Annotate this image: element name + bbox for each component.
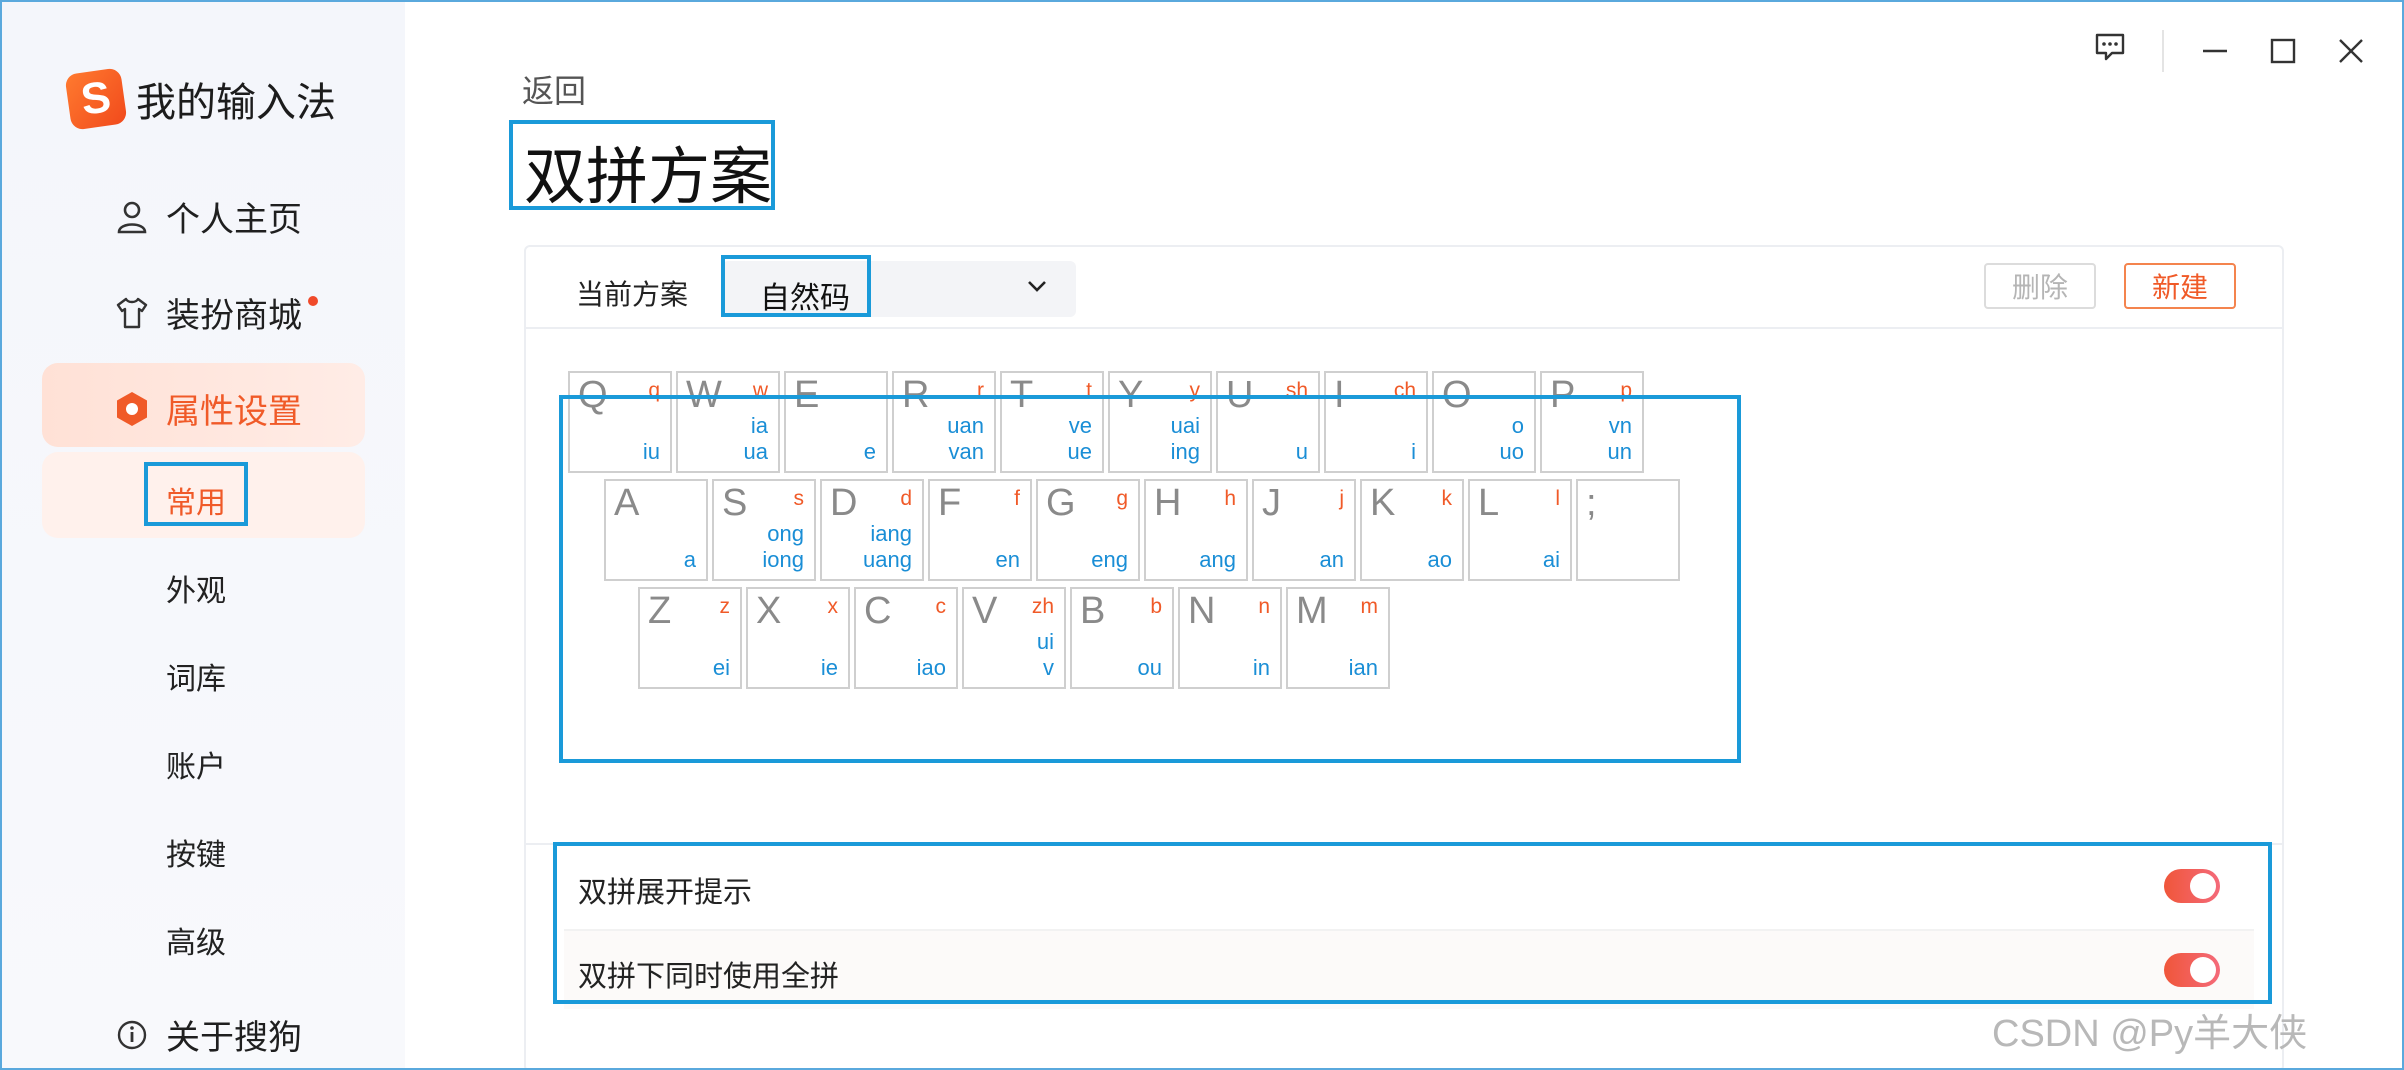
highlight-box [144,462,248,526]
minimize-icon[interactable] [2202,38,2228,72]
current-scheme-label: 当前方案 [576,279,689,310]
subnav-item-appearance[interactable]: 外观 [166,566,226,610]
settings-window: S 我的输入法 个人主页 装扮商城 属性设置 常用 外观 词库 账户 按键 高级… [0,0,2404,1070]
sidebar-item-label: 装扮商城 [166,297,302,335]
subnav-item-keys[interactable]: 按键 [166,830,226,874]
sidebar-item-settings[interactable]: 属性设置 [114,384,302,433]
user-icon [114,199,150,235]
sidebar: S 我的输入法 个人主页 装扮商城 属性设置 常用 外观 词库 账户 按键 高级… [2,2,405,1068]
hexagon-settings-icon [114,391,150,427]
maximize-icon[interactable] [2270,38,2296,72]
highlight-box [553,842,2272,1004]
sidebar-item-skin-store[interactable]: 装扮商城 [114,288,318,337]
notification-dot [308,295,318,306]
sogou-logo-icon: S [64,67,128,131]
sidebar-item-label: 个人主页 [166,201,302,239]
sidebar-item-home[interactable]: 个人主页 [114,192,302,241]
back-link[interactable]: 返回 [522,66,586,112]
window-controls-separator [2162,30,2164,72]
subnav-item-advanced[interactable]: 高级 [166,918,226,962]
highlight-box [509,120,775,210]
highlight-box [559,395,1741,763]
new-button[interactable]: 新建 [2124,263,2236,309]
watermark: CSDN @Py羊大侠 [1992,1013,2308,1055]
sidebar-item-label: 关于搜狗 [166,1019,302,1057]
info-icon [114,1017,150,1053]
feedback-icon[interactable] [2094,32,2126,70]
close-icon[interactable] [2338,38,2364,72]
sidebar-item-about[interactable]: 关于搜狗 [114,1010,302,1059]
delete-button[interactable]: 删除 [1984,263,2096,309]
subnav-item-dictionary[interactable]: 词库 [166,654,226,698]
highlight-box [721,255,871,317]
subnav-item-account[interactable]: 账户 [166,742,226,786]
shirt-icon [114,295,150,331]
brand: S 我的输入法 [64,67,336,131]
app-title: 我的输入法 [136,81,336,125]
sidebar-item-label: 属性设置 [166,393,302,431]
chevron-down-icon [1022,271,1052,306]
